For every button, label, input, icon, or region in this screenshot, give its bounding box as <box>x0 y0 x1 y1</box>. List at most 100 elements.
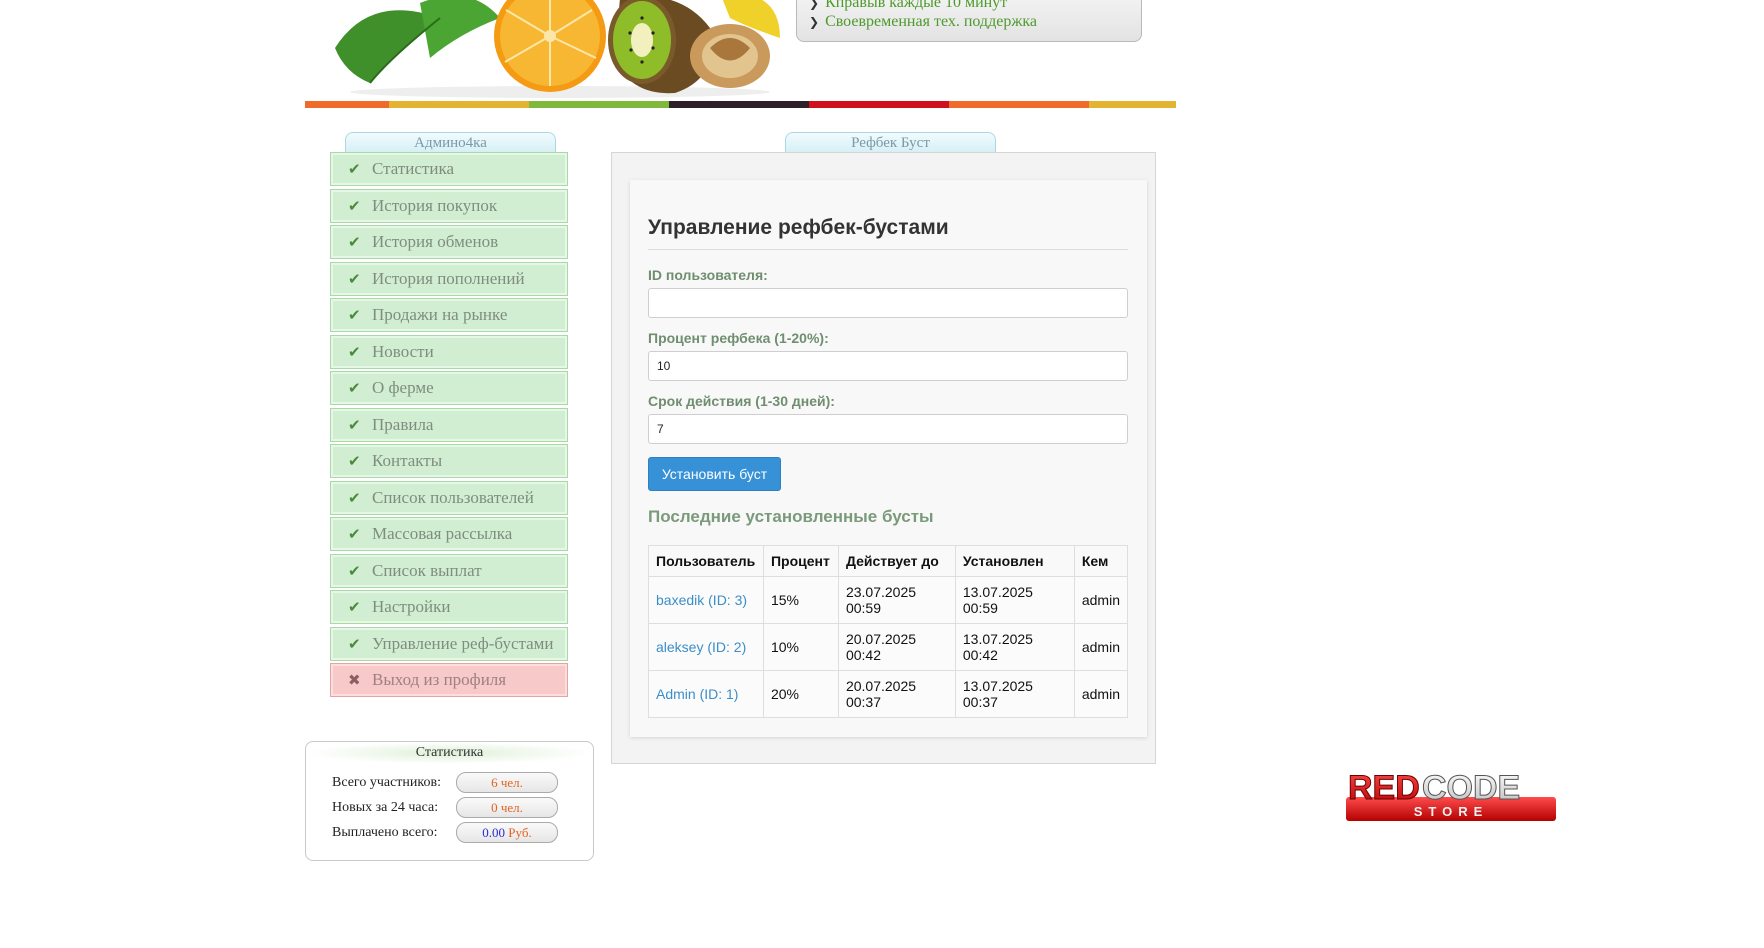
sidebar-item-contacts[interactable]: ✔ Контакты <box>330 444 568 478</box>
stripe-segment <box>389 101 529 108</box>
check-icon: ✔ <box>348 379 361 397</box>
stripe-segment <box>529 101 669 108</box>
sidebar-item-label: Выход из профиля <box>372 670 507 689</box>
sidebar-item-market-sales[interactable]: ✔ Продажи на рынке <box>330 298 568 332</box>
stats-value-pill: 0 чел. <box>456 797 558 818</box>
stats-unit: Руб. <box>508 825 532 840</box>
user-link[interactable]: Admin (ID: 1) <box>648 670 764 718</box>
sidebar-item-label: История обменов <box>372 232 499 251</box>
percent-cell: 20% <box>762 670 839 718</box>
user-id-label: ID пользователя: <box>648 267 768 283</box>
sidebar-item-rules[interactable]: ✔ Правила <box>330 407 568 442</box>
column-header-set-at: Установлен <box>954 545 1075 577</box>
table-header-row: Пользователь Процент Действует до Устано… <box>648 545 1129 577</box>
set-by-cell: admin <box>1073 670 1129 718</box>
set-at-cell: 13.07.2025 00:37 <box>954 670 1075 718</box>
percent-input[interactable] <box>648 351 1128 381</box>
sidebar-item-label: Правила <box>372 414 434 434</box>
chevron-right-icon: ❯ <box>809 14 820 29</box>
sidebar-item-mass-mailing[interactable]: ✔ Массовая рассылка <box>330 517 568 551</box>
user-link[interactable]: aleksey (ID: 2) <box>648 623 764 671</box>
sidebar-item-label: Список выплат <box>372 560 482 580</box>
sidebar-item-purchase-history[interactable]: ✔ История покупок <box>330 188 568 223</box>
sidebar-item-label: Управление реф-бустами <box>372 633 554 653</box>
stats-unit: чел. <box>500 800 523 815</box>
features-box: ❯ Кправыв каждые 10 минут ❯ Своевременная … <box>796 0 1142 42</box>
sidebar-item-news[interactable]: ✔ Новости <box>330 334 568 369</box>
percent-label: Процент рефбека (1-20%): <box>648 330 829 346</box>
stats-value: 0 <box>491 800 498 815</box>
set-by-cell: admin <box>1073 576 1129 624</box>
sidebar-item-settings[interactable]: ✔ Настройки <box>330 590 568 624</box>
percent-cell: 15% <box>762 576 839 624</box>
sidebar-item-logout[interactable]: ✖ Выход из профиля <box>330 663 568 697</box>
time-text: 00:42 <box>962 647 998 663</box>
stats-label: Новых за 24 часа: <box>332 799 439 815</box>
set-by-cell: admin <box>1073 623 1129 671</box>
check-icon: ✔ <box>348 598 361 616</box>
date-text: 20.07.2025 <box>845 678 917 694</box>
main-tab-title: Рефбек Буст <box>785 132 996 152</box>
title-divider <box>648 249 1128 250</box>
duration-input[interactable] <box>648 414 1128 444</box>
sidebar-item-label: История покупок <box>372 195 498 215</box>
sidebar-item-user-list[interactable]: ✔ Список пользователей <box>330 480 568 515</box>
time-text: 00:42 <box>845 647 882 663</box>
time-text: 00:59 <box>845 600 882 616</box>
fruit-banner-image <box>335 0 780 98</box>
check-icon: ✔ <box>348 525 361 543</box>
set-boost-button[interactable]: Установить буст <box>648 457 781 491</box>
sidebar-item-label: Новости <box>372 341 434 361</box>
table-row: Admin (ID: 1) 20% 20.07.2025 00:37 13.07.… <box>648 670 1129 718</box>
time-text: 00:59 <box>962 600 998 616</box>
sidebar-item-ref-boosts[interactable]: ✔ Управление реф-бустами <box>330 626 568 661</box>
column-header-user: Пользователь <box>648 545 764 577</box>
date-text: 13.07.2025 <box>962 631 1033 647</box>
stripe-segment <box>305 101 389 108</box>
stats-box: Статистика Всего участников: 6 чел. Новы… <box>305 741 594 861</box>
sidebar-menu: ✔ Статистика ✔ История покупок ✔ История об… <box>330 152 568 700</box>
check-icon: ✔ <box>348 233 361 251</box>
user-link[interactable]: baxedik (ID: 3) <box>648 576 764 624</box>
stats-value-pill: 0.00 Руб. <box>456 822 558 843</box>
stats-value-pill: 6 чел. <box>456 772 558 793</box>
date-text: 13.07.2025 <box>962 678 1033 694</box>
valid-until-cell: 20.07.2025 00:42 <box>837 623 956 671</box>
stats-row-total-members: Всего участников: 6 чел. <box>332 772 558 793</box>
stats-label: Выплачено всего: <box>332 824 438 840</box>
sidebar-item-statistics[interactable]: ✔ Статистика <box>330 152 568 186</box>
stats-row-total-paid: Выплачено всего: 0.00 Руб. <box>332 822 558 843</box>
sidebar-item-label: История пополнений <box>372 268 525 288</box>
feature-item: ❯ Кправыв каждые 10 минут <box>809 0 1129 12</box>
valid-until-cell: 20.07.2025 00:37 <box>837 670 956 718</box>
sidebar-item-label: Настройки <box>372 597 451 616</box>
feature-text: Своевременная тех. поддержка <box>825 12 1037 30</box>
stats-label: Всего участников: <box>332 774 441 790</box>
check-icon: ✔ <box>348 342 361 361</box>
stats-title: Статистика <box>306 742 593 764</box>
stats-value: 6 <box>491 775 498 790</box>
logo-text: RED <box>1348 769 1420 807</box>
stripe-segment <box>1089 101 1176 108</box>
table-row: aleksey (ID: 2) 10% 20.07.2025 00:42 13.0… <box>648 623 1129 671</box>
sidebar-item-deposit-history[interactable]: ✔ История пополнений <box>330 261 568 296</box>
column-header-valid-until: Действует до <box>837 545 956 577</box>
sidebar-item-label: Список пользователей <box>372 487 534 507</box>
sidebar-item-label: Массовая рассылка <box>372 524 513 543</box>
recent-boosts-title: Последние установленные бусты <box>648 507 934 526</box>
valid-until-cell: 23.07.2025 00:59 <box>837 576 956 624</box>
sidebar-item-about-farm[interactable]: ✔ О ферме <box>330 371 568 405</box>
sidebar-item-payout-list[interactable]: ✔ Список выплат <box>330 553 568 588</box>
logo-subtext: STORE <box>1414 804 1489 819</box>
stripe-segment <box>669 101 809 108</box>
stats-unit: чел. <box>500 775 523 790</box>
check-icon: ✔ <box>348 452 361 470</box>
chevron-right-icon: ❯ <box>809 0 820 10</box>
page-title: Управление рефбек-бустами <box>648 216 949 239</box>
percent-cell: 10% <box>762 623 839 671</box>
sidebar-item-exchange-history[interactable]: ✔ История обменов <box>330 225 568 259</box>
check-icon: ✔ <box>348 160 361 178</box>
user-id-input[interactable] <box>648 288 1128 318</box>
recent-boosts-table: Пользователь Процент Действует до Устано… <box>648 545 1129 718</box>
time-text: 00:37 <box>962 694 998 710</box>
